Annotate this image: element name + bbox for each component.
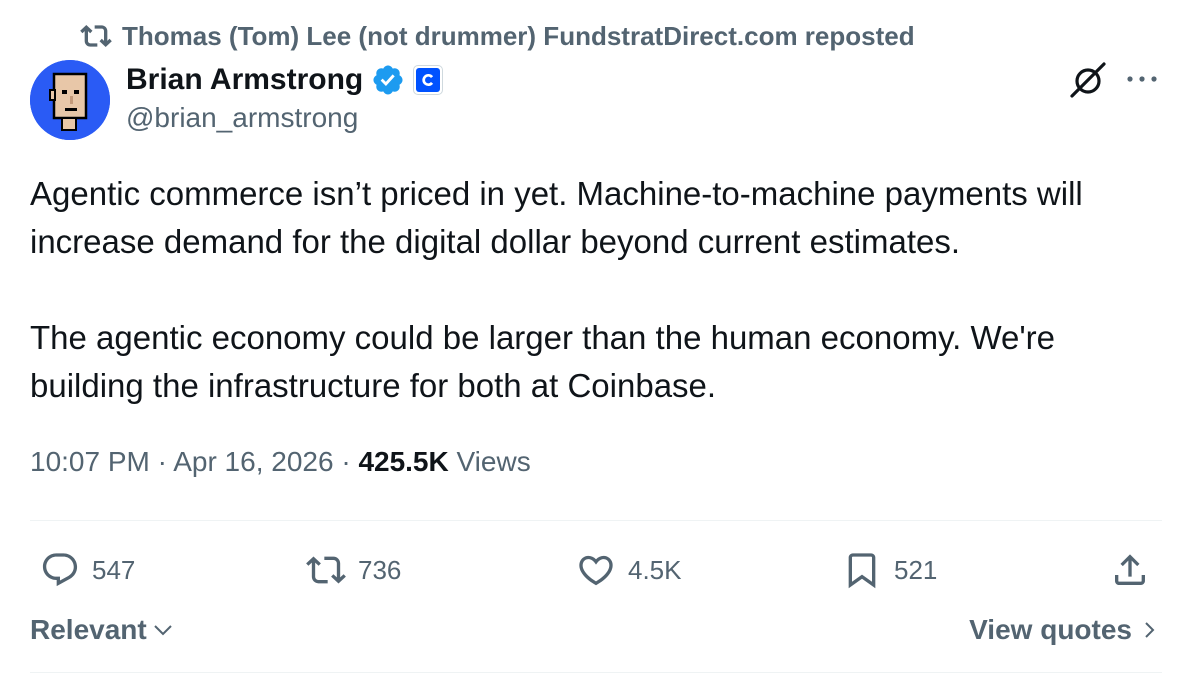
sort-label: Relevant (30, 614, 147, 645)
coinbase-affiliate-badge[interactable] (413, 65, 444, 95)
author-handle[interactable]: @brian_armstrong (126, 102, 358, 134)
bookmark-button[interactable]: 521 (842, 548, 937, 592)
view-quotes-link[interactable]: View quotes (969, 614, 1158, 646)
pixel-avatar-image (30, 60, 110, 140)
avatar[interactable] (30, 60, 110, 140)
repost-icon (306, 556, 346, 584)
chevron-down-icon (154, 625, 172, 636)
reply-count: 547 (92, 554, 136, 585)
like-count: 4.5K (628, 554, 682, 585)
reply-button[interactable]: 547 (40, 548, 135, 592)
verified-badge-icon[interactable] (371, 63, 405, 97)
tweet-text: Agentic commerce isn’t priced in yet. Ma… (30, 170, 1160, 410)
divider (30, 672, 1162, 673)
retweet-icon (80, 25, 112, 47)
heart-icon (579, 555, 613, 586)
share-icon (1115, 554, 1145, 585)
grok-icon[interactable] (1066, 60, 1110, 100)
author-name-row[interactable]: Brian Armstrong (126, 60, 444, 100)
tweet-meta: 10:07 PM · Apr 16, 2026 · 425.5K Views (30, 446, 531, 478)
views-label: Views (456, 446, 531, 477)
meta-separator: · (157, 446, 174, 477)
tweet-time[interactable]: 10:07 PM (30, 446, 150, 477)
repost-header[interactable]: Thomas (Tom) Lee (not drummer) Fundstrat… (80, 20, 915, 52)
repost-count: 736 (358, 554, 402, 585)
repost-text: Thomas (Tom) Lee (not drummer) Fundstrat… (122, 20, 915, 51)
meta-separator: · (341, 446, 359, 477)
sort-dropdown[interactable]: Relevant (30, 614, 175, 646)
like-button[interactable]: 4.5K (576, 548, 682, 592)
share-button[interactable] (1110, 548, 1150, 592)
author-display-name[interactable]: Brian Armstrong (126, 63, 363, 97)
more-options-icon[interactable] (1124, 66, 1160, 92)
tweet-paragraph: Agentic commerce isn’t priced in yet. Ma… (30, 175, 1083, 260)
bookmark-count: 521 (894, 554, 938, 585)
view-quotes-label: View quotes (969, 614, 1132, 645)
tweet-paragraph: The agentic economy could be larger than… (30, 319, 1055, 404)
repost-button[interactable]: 736 (306, 548, 401, 592)
chevron-right-icon (1145, 622, 1155, 638)
tweet-date[interactable]: Apr 16, 2026 (173, 446, 333, 477)
reply-icon (42, 553, 78, 587)
bookmark-icon (848, 553, 876, 589)
views-count: 425.5K (358, 446, 449, 477)
coinbase-logo-icon (422, 74, 434, 86)
divider (30, 520, 1162, 521)
